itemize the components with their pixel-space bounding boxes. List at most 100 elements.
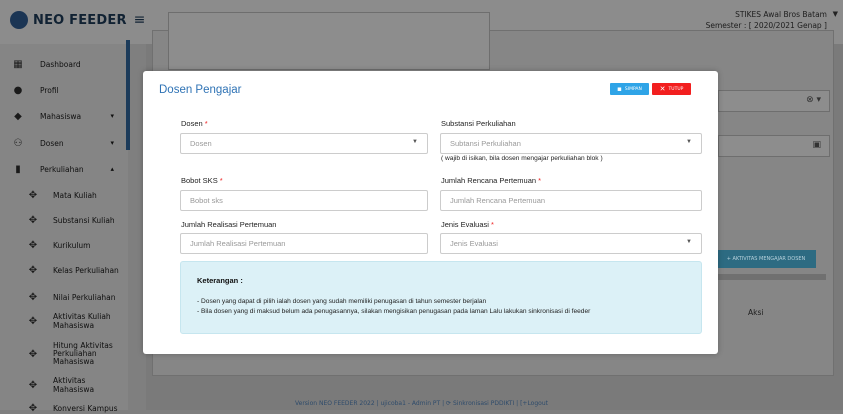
save-button[interactable]: ▪ SIMPAN <box>610 83 649 95</box>
sidebar-item-label: Dashboard <box>40 59 81 69</box>
sidebar-item-perkuliahan[interactable]: ▮ Perkuliahan ▴ <box>0 163 126 175</box>
sidebar-item-label: Mata Kuliah <box>53 190 97 200</box>
background-textarea[interactable] <box>168 12 490 70</box>
dosen-label: Dosen * <box>181 119 208 128</box>
move-icon: ✥ <box>28 189 38 201</box>
rencana-pertemuan-placeholder: Jumlah Rencana Pertemuan <box>450 196 546 205</box>
table-header-bar <box>716 274 826 280</box>
sidebar-item-label: Kelas Perkuliahan <box>53 265 119 275</box>
jenis-evaluasi-label: Jenis Evaluasi * <box>441 220 494 229</box>
required-marker: * <box>538 176 542 185</box>
add-teaching-activity-button[interactable]: + AKTIVITAS MENGAJAR DOSEN <box>716 250 816 268</box>
close-button[interactable]: ✕ TUTUP <box>652 83 691 95</box>
sidebar-item-aktivitas-kuliah[interactable]: ✥ Aktivitas Kuliah Mahasiswa <box>0 310 126 332</box>
keterangan-line-2: - Bila dosen yang di maksud belum ada pe… <box>197 308 591 315</box>
move-icon: ✥ <box>28 291 38 303</box>
chevron-down-icon: ▼ <box>412 139 418 145</box>
background-date-field[interactable]: ▣ <box>718 135 830 157</box>
calendar-icon: ▣ <box>812 140 821 150</box>
required-marker: * <box>219 176 223 185</box>
sidebar-item-label: Kurikulum <box>53 240 91 250</box>
substansi-placeholder: Subtansi Perkuliahan <box>450 139 521 148</box>
dosen-placeholder: Dosen <box>190 139 212 148</box>
substansi-select[interactable]: Subtansi Perkuliahan ▼ <box>440 133 702 154</box>
sidebar-scrollbar[interactable] <box>126 40 130 150</box>
sidebar-item-label: Perkuliahan <box>40 164 84 174</box>
sidebar-item-kelas-perkuliahan[interactable]: ✥ Kelas Perkuliahan <box>0 264 126 276</box>
logo-text: NEO FEEDER <box>33 12 127 28</box>
user-info[interactable]: STIKES Awal Bros Batam Semester : [ 2020… <box>706 9 827 31</box>
sidebar-item-label: Mahasiswa <box>40 111 82 121</box>
jenis-evaluasi-select[interactable]: Jenis Evaluasi ▼ <box>440 233 702 254</box>
footer: Version NEO FEEDER 2022 | ujicoba1 - Adm… <box>295 400 548 407</box>
keterangan-alert: Keterangan : - Dosen yang dapat di pilih… <box>180 261 702 334</box>
sidebar-item-label: Aktivitas Kuliah Mahasiswa <box>53 312 111 330</box>
close-button-label: TUTUP <box>668 86 684 92</box>
bobot-sks-label-text: Bobot SKS <box>181 176 218 185</box>
bobot-sks-input[interactable]: Bobot sks <box>180 190 428 211</box>
sidebar-item-mata-kuliah[interactable]: ✥ Mata Kuliah <box>0 189 126 201</box>
sidebar: ▦ Dashboard ● Profil ◆ Mahasiswa ▾ ⚇ Dos… <box>0 44 128 414</box>
jenis-evaluasi-label-text: Jenis Evaluasi <box>441 220 489 229</box>
user-caret-icon[interactable]: ▼ <box>833 10 838 18</box>
substansi-label: Substansi Perkuliahan <box>441 119 516 128</box>
floppy-disk-icon: ▪ <box>617 85 622 93</box>
graduation-cap-icon: ◆ <box>14 110 22 122</box>
rencana-pertemuan-label-text: Jumlah Rencana Pertemuan <box>441 176 537 185</box>
institution-name: STIKES Awal Bros Batam <box>735 10 827 19</box>
chevron-down-icon: ▼ <box>686 239 692 245</box>
sidebar-item-hitung-aktivitas[interactable]: ✥ Hitung Aktivitas Perkuliahan Mahasiswa <box>0 339 126 369</box>
dashboard-icon: ▦ <box>13 58 23 70</box>
clear-caret-icon: ⊗ ▾ <box>806 95 821 105</box>
sidebar-item-label: Dosen <box>40 138 64 148</box>
dosen-select[interactable]: Dosen ▼ <box>180 133 428 154</box>
logo-mark-icon <box>10 11 28 29</box>
sidebar-item-mahasiswa[interactable]: ◆ Mahasiswa ▾ <box>0 110 126 122</box>
keterangan-line-1: - Dosen yang dapat di pilih ialah dosen … <box>197 298 487 305</box>
sidebar-item-dosen[interactable]: ⚇ Dosen ▾ <box>0 137 126 149</box>
chevron-down-icon: ▾ <box>110 112 114 120</box>
move-icon: ✥ <box>28 264 38 276</box>
save-button-label: SIMPAN <box>624 86 642 92</box>
aksi-column-header: Aksi <box>748 308 764 317</box>
sidebar-item-substansi-kuliah[interactable]: ✥ Substansi Kuliah <box>0 214 126 226</box>
rencana-pertemuan-label: Jumlah Rencana Pertemuan * <box>441 176 541 185</box>
profile-icon: ● <box>13 84 23 96</box>
chevron-up-icon: ▴ <box>110 165 114 173</box>
jenis-evaluasi-placeholder: Jenis Evaluasi <box>450 239 498 248</box>
sidebar-item-label: Substansi Kuliah <box>53 215 115 225</box>
dosen-label-text: Dosen <box>181 119 203 128</box>
required-marker: * <box>491 220 494 229</box>
chevron-down-icon: ▼ <box>686 139 692 145</box>
move-icon: ✥ <box>28 348 38 360</box>
sidebar-item-kurikulum[interactable]: ✥ Kurikulum <box>0 239 126 251</box>
move-icon: ✥ <box>28 379 38 391</box>
sidebar-item-label: Hitung Aktivitas Perkuliahan Mahasiswa <box>53 341 113 366</box>
modal-title: Dosen Pengajar <box>159 84 242 96</box>
sidebar-item-label: Profil <box>40 85 59 95</box>
dosen-pengajar-modal: Dosen Pengajar ▪ SIMPAN ✕ TUTUP Dosen * … <box>143 71 718 354</box>
hamburger-icon[interactable]: ≡ <box>134 12 146 28</box>
move-icon: ✥ <box>28 239 38 251</box>
background-select[interactable]: ⊗ ▾ <box>718 90 830 112</box>
sidebar-item-label: Nilai Perkuliahan <box>53 292 116 302</box>
realisasi-pertemuan-label: Jumlah Realisasi Pertemuan <box>181 220 277 229</box>
keterangan-title: Keterangan : <box>197 276 243 285</box>
sidebar-item-nilai-perkuliahan[interactable]: ✥ Nilai Perkuliahan <box>0 291 126 303</box>
bobot-sks-placeholder: Bobot sks <box>190 196 223 205</box>
realisasi-pertemuan-input[interactable]: Jumlah Realisasi Pertemuan <box>180 233 428 254</box>
bobot-sks-label: Bobot SKS * <box>181 176 223 185</box>
move-icon: ✥ <box>28 315 38 327</box>
users-icon: ⚇ <box>13 137 23 149</box>
substansi-hint: ( wajib di isikan, bila dosen mengajar p… <box>441 155 603 162</box>
book-icon: ▮ <box>15 163 21 175</box>
sidebar-item-aktivitas-mahasiswa[interactable]: ✥ Aktivitas Mahasiswa <box>0 375 126 395</box>
sidebar-item-dashboard[interactable]: ▦ Dashboard <box>0 58 126 70</box>
rencana-pertemuan-input[interactable]: Jumlah Rencana Pertemuan <box>440 190 702 211</box>
app-logo[interactable]: NEO FEEDER ≡ <box>10 11 145 29</box>
chevron-down-icon: ▾ <box>110 139 114 147</box>
move-icon: ✥ <box>28 214 38 226</box>
sidebar-item-label: Aktivitas Mahasiswa <box>53 376 95 394</box>
realisasi-pertemuan-placeholder: Jumlah Realisasi Pertemuan <box>190 239 286 248</box>
sidebar-item-profil[interactable]: ● Profil <box>0 84 126 96</box>
